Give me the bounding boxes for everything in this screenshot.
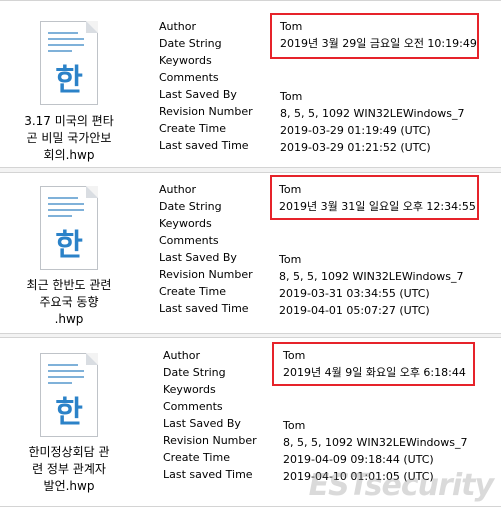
label-date-string: Date String <box>159 200 222 213</box>
value-last-saved-time: 2019-03-29 01:21:52 (UTC) <box>280 141 431 154</box>
file-name[interactable]: 한미정상회담 관 련 정부 관계자 발언.hwp <box>14 444 124 495</box>
property-labels: Author Date String Keywords Comments Las… <box>159 181 253 317</box>
value-last-saved-by: Tom <box>279 253 302 266</box>
hangul-logo-glyph: 한 <box>55 395 83 430</box>
label-revision-number: Revision Number <box>159 105 253 118</box>
highlight-box <box>270 175 479 220</box>
label-author: Author <box>163 349 201 362</box>
file-name-line-1: 한미정상회담 관 <box>28 445 110 459</box>
value-revision-number: 8, 5, 5, 1092 WIN32LEWindows_7 <box>283 436 468 449</box>
label-revision-number: Revision Number <box>163 434 257 447</box>
file-properties-panel-2: 한 최근 한반도 관련 주요국 동향 .hwp Author Date Stri… <box>0 172 501 334</box>
file-name-line-3: 회의.hwp <box>43 148 95 162</box>
file-name-line-2: 주요국 동향 <box>39 295 99 309</box>
value-create-time: 2019-03-31 03:34:55 (UTC) <box>279 287 430 300</box>
hangul-logo-glyph: 한 <box>55 228 83 263</box>
property-labels: Author Date String Keywords Comments Las… <box>159 18 253 154</box>
hwp-document-icon[interactable]: 한 <box>40 21 98 105</box>
label-last-saved-time: Last saved Time <box>163 468 253 481</box>
label-last-saved-time: Last saved Time <box>159 302 249 315</box>
label-last-saved-by: Last Saved By <box>159 251 237 264</box>
property-labels: Author Date String Keywords Comments Las… <box>163 347 257 483</box>
highlight-box <box>272 342 475 386</box>
value-last-saved-time: 2019-04-01 05:07:27 (UTC) <box>279 304 430 317</box>
value-last-saved-by: Tom <box>283 419 306 432</box>
estsecurity-watermark: ESTsecurity <box>308 468 494 503</box>
label-comments: Comments <box>159 234 219 247</box>
file-name-line-3: .hwp <box>54 312 84 326</box>
value-comments <box>279 232 476 249</box>
label-date-string: Date String <box>163 366 226 379</box>
highlight-box <box>270 13 479 59</box>
label-author: Author <box>159 20 197 33</box>
value-create-time: 2019-04-09 09:18:44 (UTC) <box>283 453 434 466</box>
hwp-document-icon[interactable]: 한 <box>40 353 98 437</box>
label-create-time: Create Time <box>159 285 226 298</box>
file-name[interactable]: 최근 한반도 관련 주요국 동향 .hwp <box>14 277 124 328</box>
file-name-line-3: 발언.hwp <box>43 479 95 493</box>
value-create-time: 2019-03-29 01:19:49 (UTC) <box>280 124 431 137</box>
label-last-saved-time: Last saved Time <box>159 139 249 152</box>
value-comments <box>283 398 468 415</box>
value-comments <box>280 69 477 86</box>
label-comments: Comments <box>159 71 219 84</box>
value-revision-number: 8, 5, 5, 1092 WIN32LEWindows_7 <box>280 107 465 120</box>
value-revision-number: 8, 5, 5, 1092 WIN32LEWindows_7 <box>279 270 464 283</box>
label-revision-number: Revision Number <box>159 268 253 281</box>
value-last-saved-by: Tom <box>280 90 303 103</box>
file-name-line-1: 3.17 미국의 편타 <box>24 114 114 128</box>
file-name[interactable]: 3.17 미국의 편타 곤 비밀 국가안보 회의.hwp <box>14 113 124 164</box>
file-name-line-1: 최근 한반도 관련 <box>26 278 112 292</box>
label-comments: Comments <box>163 400 223 413</box>
label-date-string: Date String <box>159 37 222 50</box>
label-create-time: Create Time <box>159 122 226 135</box>
file-name-line-2: 련 정부 관계자 <box>32 462 106 476</box>
hwp-document-icon[interactable]: 한 <box>40 186 98 270</box>
hangul-logo-glyph: 한 <box>55 63 83 98</box>
file-name-line-2: 곤 비밀 국가안보 <box>26 131 112 145</box>
file-properties-panel-1: 한 3.17 미국의 편타 곤 비밀 국가안보 회의.hwp Author Da… <box>0 0 501 168</box>
label-keywords: Keywords <box>159 217 212 230</box>
label-last-saved-by: Last Saved By <box>163 417 241 430</box>
label-keywords: Keywords <box>163 383 216 396</box>
label-last-saved-by: Last Saved By <box>159 88 237 101</box>
label-keywords: Keywords <box>159 54 212 67</box>
label-create-time: Create Time <box>163 451 230 464</box>
label-author: Author <box>159 183 197 196</box>
